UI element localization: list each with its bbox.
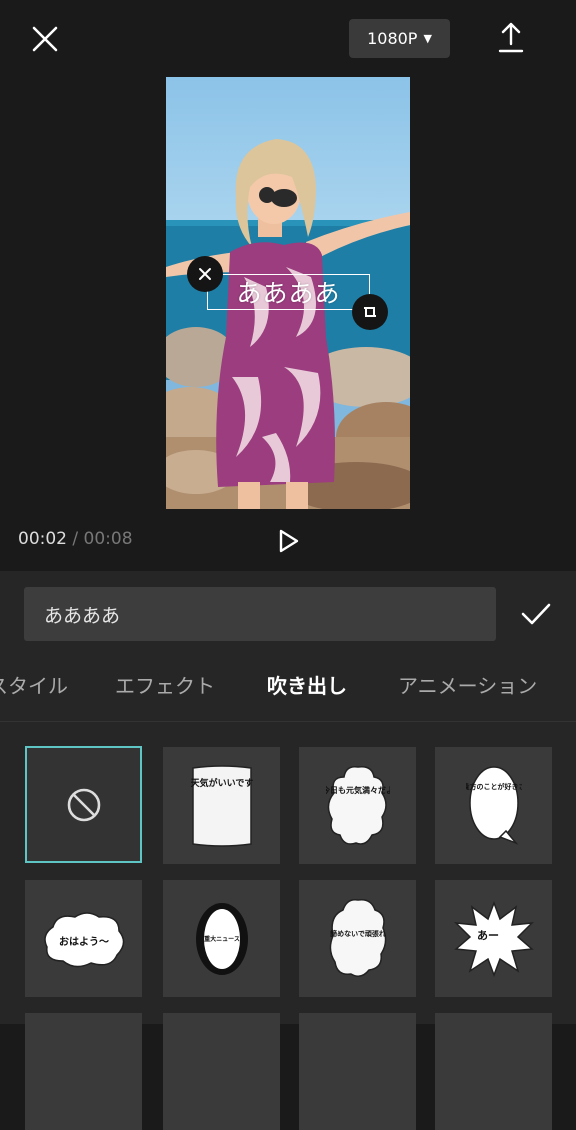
resolution-label: 1080P bbox=[367, 29, 418, 48]
bubble-item[interactable]: 諦めないで頑張れ bbox=[299, 880, 416, 997]
caret-down-icon: ▼ bbox=[423, 32, 432, 45]
bubble-item[interactable]: 重大ニュース bbox=[163, 880, 280, 997]
bubble-item[interactable]: おはよう〜 bbox=[25, 880, 142, 997]
bubble-item[interactable] bbox=[163, 1013, 280, 1130]
tab-speech-bubble[interactable]: 吹き出し bbox=[267, 670, 347, 699]
total-time: 00:08 bbox=[83, 529, 133, 549]
tab-style[interactable]: スタイル bbox=[0, 670, 68, 699]
text-overlay-content: ああああ bbox=[236, 279, 341, 308]
bubble-text: あー bbox=[477, 929, 499, 942]
time-separator: / bbox=[72, 529, 79, 549]
bubble-item[interactable]: 今日も元気満々だよ bbox=[299, 747, 416, 864]
bubble-item[interactable] bbox=[25, 1013, 142, 1130]
export-button[interactable] bbox=[494, 20, 528, 56]
play-button[interactable] bbox=[276, 527, 302, 555]
bubble-item[interactable] bbox=[435, 1013, 552, 1130]
bubble-text: 天気がいいです bbox=[190, 777, 253, 789]
text-input-value: ああああ bbox=[44, 604, 121, 627]
bubble-text: おはよう〜 bbox=[59, 936, 109, 948]
bubble-item[interactable]: 貴方のことが好きさ bbox=[435, 747, 552, 864]
bubble-burst-graphic: あー bbox=[453, 900, 534, 977]
bubble-none[interactable] bbox=[25, 746, 142, 863]
bubble-oval-graphic: 貴方のことが好きさ bbox=[466, 765, 522, 845]
bubble-wavy-graphic: 今日も元気満々だよ bbox=[326, 765, 390, 845]
bubble-item[interactable] bbox=[299, 1013, 416, 1130]
close-icon bbox=[199, 268, 211, 280]
bubble-wavy-graphic: 諦めないで頑張れ bbox=[329, 898, 386, 977]
bubble-text: 諦めないで頑張れ bbox=[330, 929, 386, 938]
confirm-button[interactable] bbox=[518, 598, 554, 630]
close-icon bbox=[32, 26, 58, 52]
resolution-dropdown[interactable]: 1080P ▼ bbox=[349, 19, 450, 58]
bubble-rect-graphic: 天気がいいです bbox=[190, 764, 253, 847]
current-time: 00:02 bbox=[18, 529, 67, 549]
delete-text-button[interactable] bbox=[187, 256, 223, 292]
bubble-text: 貴方のことが好きさ bbox=[466, 782, 522, 791]
bubble-text: 今日も元気満々だよ bbox=[326, 785, 390, 795]
tab-divider bbox=[0, 721, 576, 722]
bubble-item[interactable]: あー bbox=[435, 880, 552, 997]
bubble-glow-graphic: 重大ニュース bbox=[195, 902, 248, 975]
bubble-cloud-graphic: おはよう〜 bbox=[43, 911, 124, 967]
bubble-item[interactable]: 天気がいいです bbox=[163, 747, 280, 864]
tab-effect[interactable]: エフェクト bbox=[115, 670, 215, 699]
checkmark-icon bbox=[521, 603, 551, 625]
bubble-text: 重大ニュース bbox=[204, 935, 240, 943]
time-display: 00:02 / 00:08 bbox=[18, 529, 133, 549]
text-overlay-box[interactable]: ああああ bbox=[207, 274, 370, 310]
export-icon bbox=[498, 22, 524, 53]
play-icon bbox=[279, 529, 299, 553]
no-entry-icon bbox=[67, 788, 100, 821]
rotate-icon bbox=[364, 307, 376, 317]
rotate-scale-button[interactable] bbox=[352, 294, 388, 330]
text-input-field[interactable]: ああああ bbox=[24, 587, 496, 641]
close-button[interactable] bbox=[28, 22, 62, 56]
tab-animation[interactable]: アニメーション bbox=[398, 670, 537, 699]
